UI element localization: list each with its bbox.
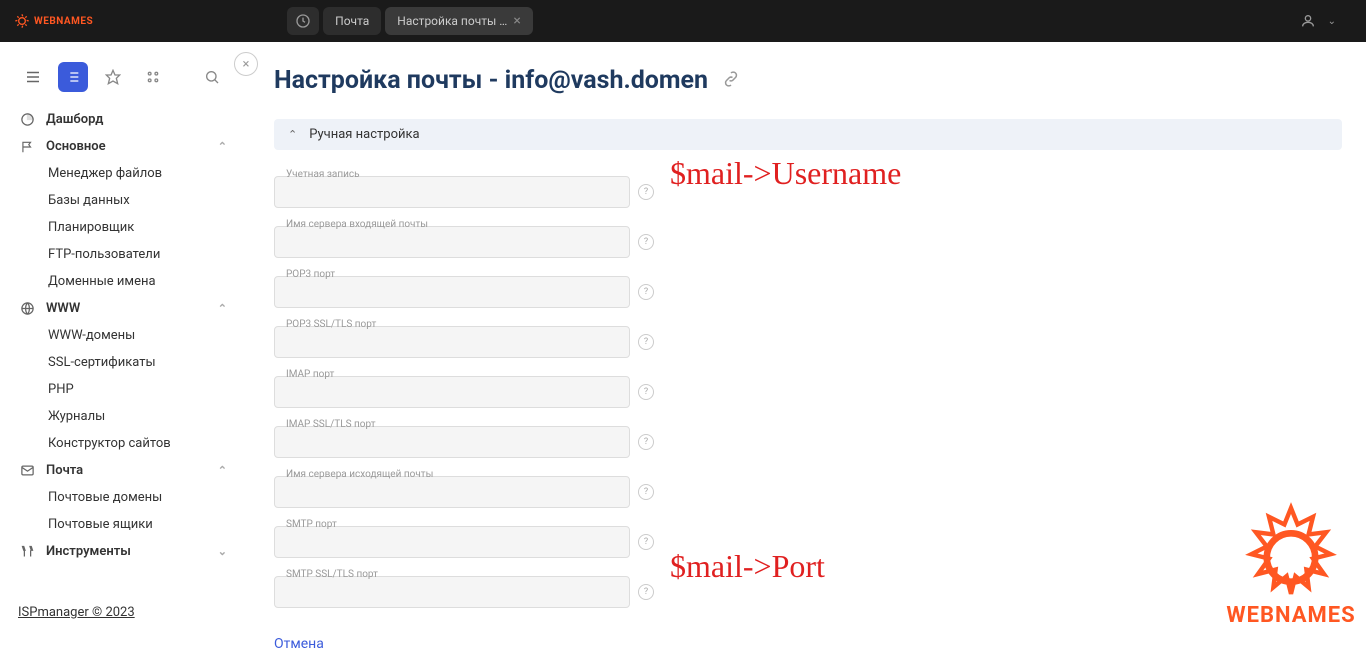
sidebar-item-ssl[interactable]: SSL-сертификаты bbox=[0, 349, 245, 376]
help-icon[interactable]: ? bbox=[638, 234, 654, 250]
sidebar-toolbar bbox=[0, 54, 245, 106]
logo-icon bbox=[14, 13, 30, 29]
chevron-down-icon: ⌄ bbox=[1328, 16, 1336, 27]
sidebar-item-scheduler[interactable]: Планировщик bbox=[0, 214, 245, 241]
chevron-up-icon: ⌃ bbox=[288, 128, 297, 141]
sidebar-section-mail[interactable]: Почта ⌃ bbox=[0, 457, 245, 484]
chevron-up-icon: ⌃ bbox=[218, 140, 227, 153]
user-area[interactable]: ⌄ bbox=[1270, 13, 1366, 29]
link-icon[interactable] bbox=[722, 66, 740, 95]
help-icon[interactable]: ? bbox=[638, 434, 654, 450]
help-icon[interactable]: ? bbox=[638, 334, 654, 350]
dashboard-icon bbox=[18, 112, 36, 127]
tab-mail-settings[interactable]: Настройка почты … × bbox=[385, 7, 533, 35]
tab-label: Почта bbox=[335, 14, 369, 28]
form-row-pop3: POP3 порт ? bbox=[274, 276, 1342, 308]
sidebar-section-tools[interactable]: Инструменты ⌄ bbox=[0, 538, 245, 565]
sidebar-item-builder[interactable]: Конструктор сайтов bbox=[0, 430, 245, 457]
page-title: Настройка почты - info@vash.domen bbox=[274, 66, 1342, 95]
star-icon[interactable] bbox=[98, 62, 128, 92]
sidebar-section-label: WWW bbox=[46, 301, 80, 316]
account-input[interactable] bbox=[274, 176, 630, 208]
pop3-ssl-port-input[interactable] bbox=[274, 326, 630, 358]
sidebar-item-databases[interactable]: Базы данных bbox=[0, 187, 245, 214]
help-icon[interactable]: ? bbox=[638, 284, 654, 300]
help-icon[interactable]: ? bbox=[638, 534, 654, 550]
topbar: WEBNAMES Почта Настройка почты … × ⌄ bbox=[0, 0, 1366, 42]
main-content: Настройка почты - info@vash.domen ⌃ Ручн… bbox=[260, 42, 1366, 634]
accordion-header[interactable]: ⌃ Ручная настройка bbox=[274, 119, 1342, 150]
form-row-imapssl: IMAP SSL/TLS порт ? bbox=[274, 426, 1342, 458]
history-icon[interactable] bbox=[287, 7, 319, 35]
sidebar-item-logs[interactable]: Журналы bbox=[0, 403, 245, 430]
close-icon[interactable]: × bbox=[513, 13, 520, 29]
sidebar-item-php[interactable]: PHP bbox=[0, 376, 245, 403]
sidebar-item-maildomains[interactable]: Почтовые домены bbox=[0, 484, 245, 511]
watermark: WEBNAMES bbox=[1226, 497, 1356, 628]
sidebar: Дашборд Основное ⌃ Менеджер файлов Базы … bbox=[0, 42, 245, 634]
imap-port-input[interactable] bbox=[274, 376, 630, 408]
imap-ssl-port-input[interactable] bbox=[274, 426, 630, 458]
chevron-up-icon: ⌃ bbox=[218, 464, 227, 477]
form-row-incoming: Имя сервера входящей почты ? bbox=[274, 226, 1342, 258]
sidebar-item-ftp[interactable]: FTP-пользователи bbox=[0, 241, 245, 268]
sidebar-item-label: Дашборд bbox=[46, 112, 103, 127]
outgoing-server-input[interactable] bbox=[274, 476, 630, 508]
sidebar-item-wwwdomains[interactable]: WWW-домены bbox=[0, 322, 245, 349]
search-icon[interactable] bbox=[197, 62, 227, 92]
close-panel-button[interactable]: × bbox=[234, 52, 258, 76]
hamburger-icon[interactable] bbox=[18, 62, 48, 92]
sidebar-item-mailboxes[interactable]: Почтовые ящики bbox=[0, 511, 245, 538]
tab-label: Настройка почты … bbox=[397, 14, 507, 28]
logo-text: WEBNAMES bbox=[34, 16, 93, 27]
smtp-port-input[interactable] bbox=[274, 526, 630, 558]
list-icon[interactable] bbox=[58, 62, 88, 92]
user-icon bbox=[1300, 13, 1316, 29]
annotation-username: $mail->Username bbox=[670, 155, 901, 192]
smtp-ssl-port-input[interactable] bbox=[274, 576, 630, 608]
sidebar-section-label: Инструменты bbox=[46, 544, 131, 559]
pop3-port-input[interactable] bbox=[274, 276, 630, 308]
accordion-title: Ручная настройка bbox=[309, 127, 419, 142]
sidebar-section-label: Почта bbox=[46, 463, 83, 478]
sidebar-item-dashboard[interactable]: Дашборд bbox=[0, 106, 245, 133]
tools-icon bbox=[18, 544, 36, 559]
watermark-text: WEBNAMES bbox=[1226, 603, 1356, 628]
chevron-down-icon: ⌄ bbox=[218, 545, 227, 558]
annotation-port: $mail->Port bbox=[670, 548, 825, 585]
sidebar-section-www[interactable]: WWW ⌃ bbox=[0, 295, 245, 322]
logo[interactable]: WEBNAMES bbox=[0, 13, 107, 29]
form-row-imap: IMAP порт ? bbox=[274, 376, 1342, 408]
apps-icon[interactable] bbox=[138, 62, 168, 92]
incoming-server-input[interactable] bbox=[274, 226, 630, 258]
sidebar-item-filemanager[interactable]: Менеджер файлов bbox=[0, 160, 245, 187]
tab-mail[interactable]: Почта bbox=[323, 7, 381, 35]
form-row-pop3ssl: POP3 SSL/TLS порт ? bbox=[274, 326, 1342, 358]
help-icon[interactable]: ? bbox=[638, 184, 654, 200]
sidebar-item-domains[interactable]: Доменные имена bbox=[0, 268, 245, 295]
globe-icon bbox=[18, 301, 36, 316]
cancel-button[interactable]: Отмена bbox=[274, 636, 324, 652]
sidebar-section-main[interactable]: Основное ⌃ bbox=[0, 133, 245, 160]
flag-icon bbox=[18, 140, 36, 154]
form-area: Учетная запись ? Имя сервера входящей по… bbox=[274, 150, 1342, 608]
help-icon[interactable]: ? bbox=[638, 384, 654, 400]
watermark-icon bbox=[1226, 497, 1356, 607]
tab-area: Почта Настройка почты … × bbox=[287, 7, 533, 35]
mail-icon bbox=[18, 463, 36, 478]
footer-link[interactable]: ISPmanager © 2023 bbox=[18, 605, 135, 620]
chevron-up-icon: ⌃ bbox=[218, 302, 227, 315]
help-icon[interactable]: ? bbox=[638, 584, 654, 600]
sidebar-section-label: Основное bbox=[46, 139, 106, 154]
form-row-outgoing: Имя сервера исходящей почты ? bbox=[274, 476, 1342, 508]
help-icon[interactable]: ? bbox=[638, 484, 654, 500]
